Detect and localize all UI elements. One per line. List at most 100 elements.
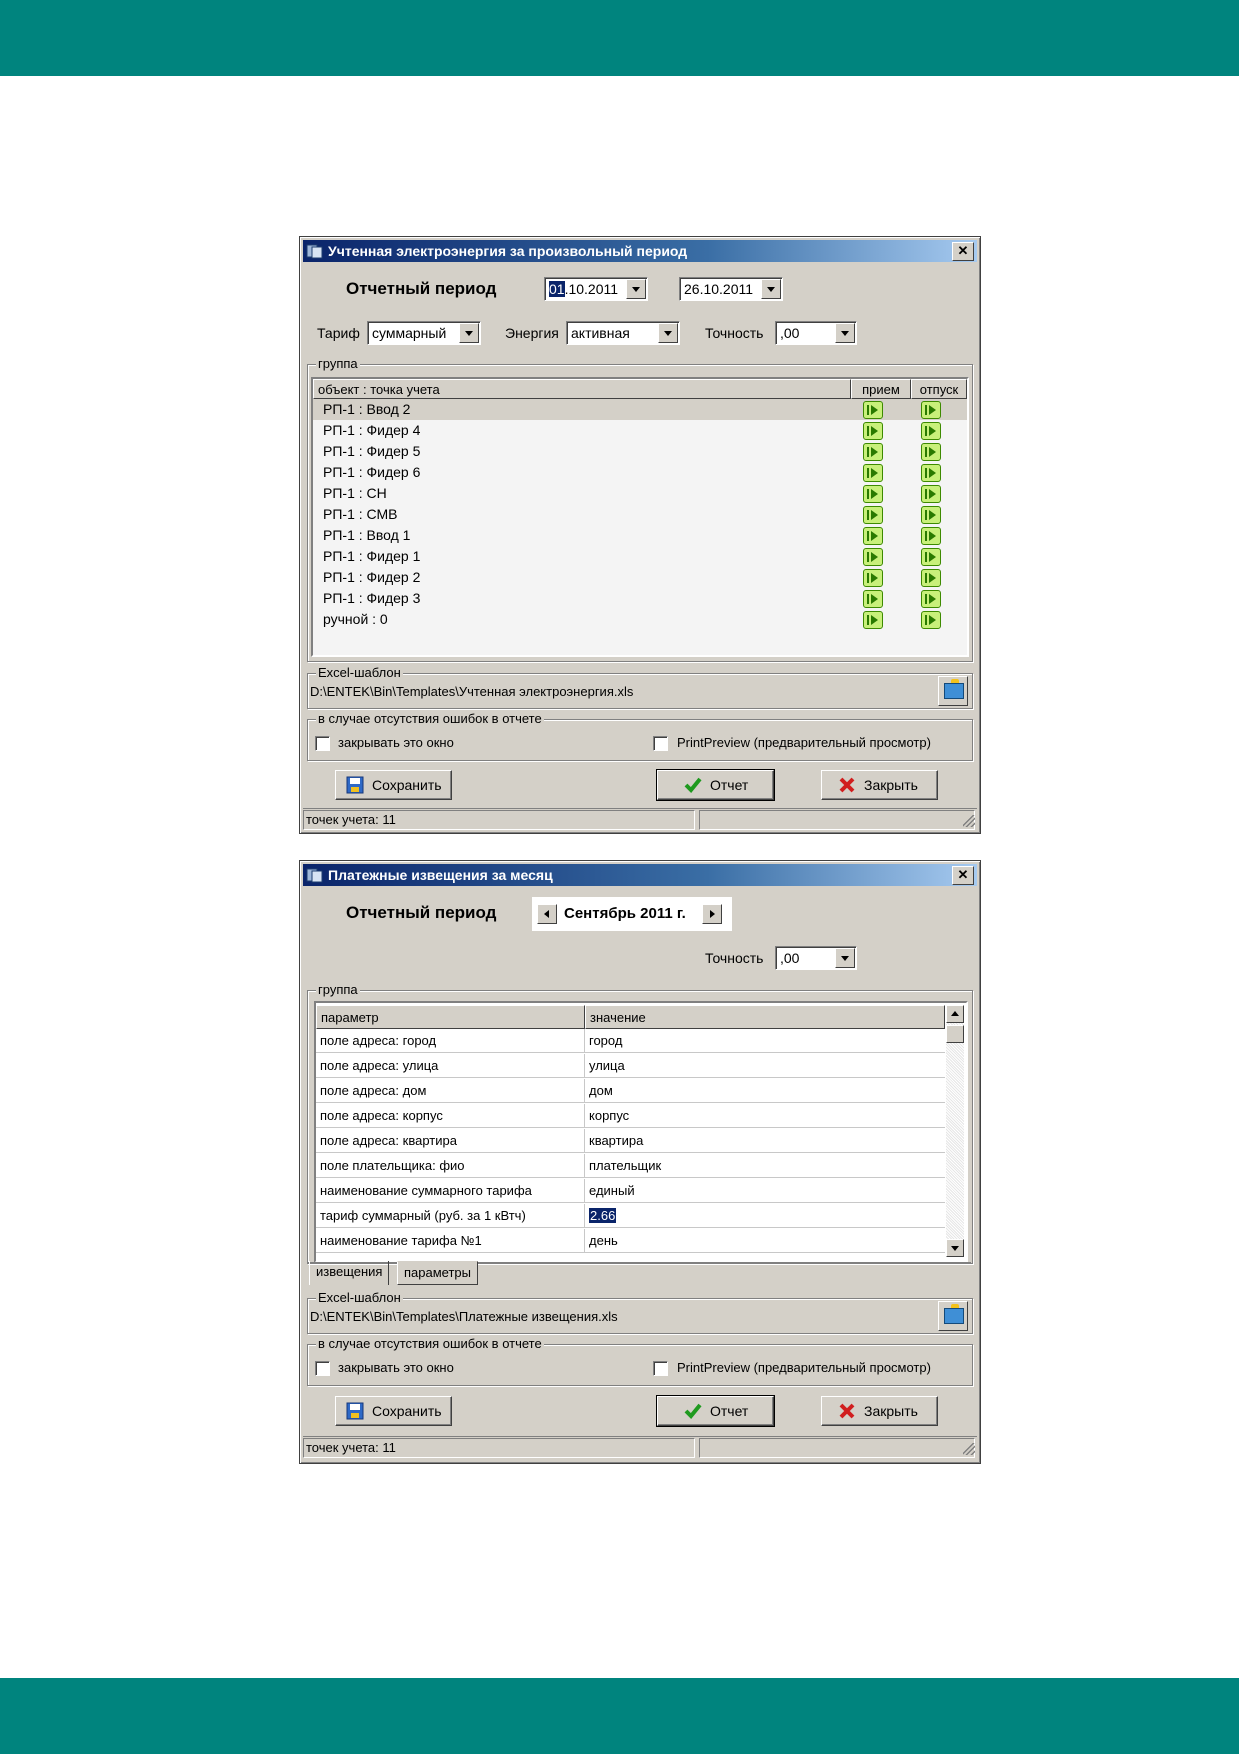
- close-icon[interactable]: ✕: [952, 242, 974, 261]
- meter-arrow-icon[interactable]: [921, 485, 941, 503]
- list-item[interactable]: РП-1 : СМВ: [313, 504, 967, 525]
- editing-value[interactable]: 2.66: [589, 1208, 617, 1223]
- precision-select[interactable]: ,00: [775, 946, 857, 970]
- meter-arrow-icon[interactable]: [863, 506, 883, 524]
- date-from-picker[interactable]: 01.10.2011: [544, 277, 648, 301]
- table-row-param[interactable]: поле адреса: корпус: [316, 1104, 585, 1128]
- close-window-checkbox[interactable]: [315, 736, 330, 751]
- table-row-param[interactable]: поле адреса: квартира: [316, 1129, 585, 1153]
- meter-arrow-icon[interactable]: [863, 548, 883, 566]
- list-item[interactable]: ручной : 0: [313, 609, 967, 630]
- meter-arrow-icon[interactable]: [863, 443, 883, 461]
- list-item[interactable]: РП-1 : Фидер 3: [313, 588, 967, 609]
- parameters-grid[interactable]: параметр значение поле адреса: город гор…: [314, 1001, 968, 1263]
- meter-arrow-icon[interactable]: [921, 527, 941, 545]
- folder-open-icon[interactable]: [938, 676, 968, 706]
- list-item[interactable]: РП-1 : Фидер 6: [313, 462, 967, 483]
- scroll-down-button[interactable]: [946, 1239, 964, 1257]
- meter-arrow-icon[interactable]: [921, 401, 941, 419]
- column-header-parameter[interactable]: параметр: [316, 1005, 585, 1029]
- meter-arrow-icon[interactable]: [863, 401, 883, 419]
- close-button[interactable]: Закрыть: [821, 1396, 938, 1426]
- table-row-param[interactable]: наименование тарифа №1: [316, 1229, 585, 1253]
- dropdown-arrow-icon[interactable]: [761, 279, 781, 299]
- table-row-param[interactable]: наименование суммарного тарифа: [316, 1179, 585, 1203]
- table-row-value[interactable]: плательщик: [585, 1154, 945, 1178]
- print-preview-checkbox[interactable]: [653, 736, 668, 751]
- chevron-up-icon: [951, 1011, 959, 1016]
- list-item[interactable]: РП-1 : Фидер 4: [313, 420, 967, 441]
- table-row-param[interactable]: поле плательщика: фио: [316, 1154, 585, 1178]
- table-row-param[interactable]: тариф суммарный (руб. за 1 кВтч): [316, 1204, 585, 1228]
- dropdown-arrow-icon[interactable]: [835, 948, 855, 968]
- meter-arrow-icon[interactable]: [921, 443, 941, 461]
- table-row-value[interactable]: день: [585, 1229, 945, 1253]
- meter-arrow-icon[interactable]: [863, 590, 883, 608]
- table-row-param[interactable]: поле адреса: город: [316, 1029, 585, 1053]
- folder-open-icon[interactable]: [938, 1301, 968, 1331]
- save-button[interactable]: Сохранить: [335, 770, 452, 800]
- meter-arrow-icon[interactable]: [921, 506, 941, 524]
- list-item[interactable]: РП-1 : Фидер 1: [313, 546, 967, 567]
- tariff-select[interactable]: суммарный: [367, 321, 481, 345]
- table-row-param[interactable]: поле адреса: дом: [316, 1079, 585, 1103]
- precision-select[interactable]: ,00: [775, 321, 857, 345]
- column-header-object[interactable]: объект : точка учета: [313, 379, 851, 399]
- meter-arrow-icon[interactable]: [921, 548, 941, 566]
- column-header-receive[interactable]: прием: [851, 379, 911, 399]
- chevron-down-icon: [951, 1246, 959, 1251]
- tab-notices[interactable]: извещения: [309, 1261, 390, 1285]
- table-row-value[interactable]: корпус: [585, 1104, 945, 1128]
- close-icon[interactable]: ✕: [952, 866, 974, 885]
- table-row-value[interactable]: улица: [585, 1054, 945, 1078]
- close-window-checkbox[interactable]: [315, 1361, 330, 1376]
- prev-month-button[interactable]: [537, 904, 557, 924]
- scroll-up-button[interactable]: [946, 1005, 964, 1023]
- column-header-value[interactable]: значение: [585, 1005, 945, 1029]
- meter-arrow-icon[interactable]: [863, 422, 883, 440]
- meter-arrow-icon[interactable]: [921, 590, 941, 608]
- metering-points-list[interactable]: объект : точка учета прием отпуск РП-1 :…: [311, 377, 969, 657]
- table-row-value[interactable]: единый: [585, 1179, 945, 1203]
- meter-arrow-icon[interactable]: [863, 464, 883, 482]
- options-box: в случае отсутствия ошибок в отчете закр…: [307, 711, 973, 761]
- scroll-thumb[interactable]: [946, 1025, 964, 1043]
- energy-select[interactable]: активная: [566, 321, 680, 345]
- list-item[interactable]: РП-1 : СН: [313, 483, 967, 504]
- table-row-value[interactable]: квартира: [585, 1129, 945, 1153]
- column-header-send[interactable]: отпуск: [911, 379, 967, 399]
- list-item[interactable]: РП-1 : Фидер 2: [313, 567, 967, 588]
- report-button[interactable]: Отчет: [656, 769, 775, 801]
- meter-arrow-icon[interactable]: [863, 485, 883, 503]
- close-button[interactable]: Закрыть: [821, 770, 938, 800]
- meter-arrow-icon[interactable]: [921, 464, 941, 482]
- table-row-value[interactable]: город: [585, 1029, 945, 1053]
- list-item[interactable]: РП-1 : Ввод 2: [313, 399, 967, 420]
- meter-arrow-icon[interactable]: [921, 422, 941, 440]
- save-button[interactable]: Сохранить: [335, 1396, 452, 1426]
- resize-grip-icon[interactable]: [963, 1443, 975, 1455]
- print-preview-checkbox[interactable]: [653, 1361, 668, 1376]
- meter-arrow-icon[interactable]: [921, 569, 941, 587]
- date-to-picker[interactable]: 26.10.2011: [679, 277, 783, 301]
- meter-arrow-icon[interactable]: [863, 611, 883, 629]
- list-item[interactable]: РП-1 : Фидер 5: [313, 441, 967, 462]
- meter-arrow-icon[interactable]: [863, 569, 883, 587]
- resize-grip-icon[interactable]: [963, 815, 975, 827]
- dropdown-arrow-icon[interactable]: [658, 323, 678, 343]
- table-row-value[interactable]: дом: [585, 1079, 945, 1103]
- report-button[interactable]: Отчет: [656, 1395, 775, 1427]
- dropdown-arrow-icon[interactable]: [626, 279, 646, 299]
- window-titlebar[interactable]: Учтенная электроэнергия за произвольный …: [303, 240, 977, 262]
- window-titlebar[interactable]: Платежные извещения за месяц ✕: [303, 864, 977, 886]
- vertical-scrollbar[interactable]: [946, 1005, 964, 1257]
- dropdown-arrow-icon[interactable]: [459, 323, 479, 343]
- next-month-button[interactable]: [702, 904, 722, 924]
- dropdown-arrow-icon[interactable]: [835, 323, 855, 343]
- meter-arrow-icon[interactable]: [921, 611, 941, 629]
- table-row-value[interactable]: 2.66: [585, 1204, 945, 1228]
- table-row-param[interactable]: поле адреса: улица: [316, 1054, 585, 1078]
- list-item[interactable]: РП-1 : Ввод 1: [313, 525, 967, 546]
- meter-arrow-icon[interactable]: [863, 527, 883, 545]
- tab-parameters[interactable]: параметры: [397, 1261, 478, 1285]
